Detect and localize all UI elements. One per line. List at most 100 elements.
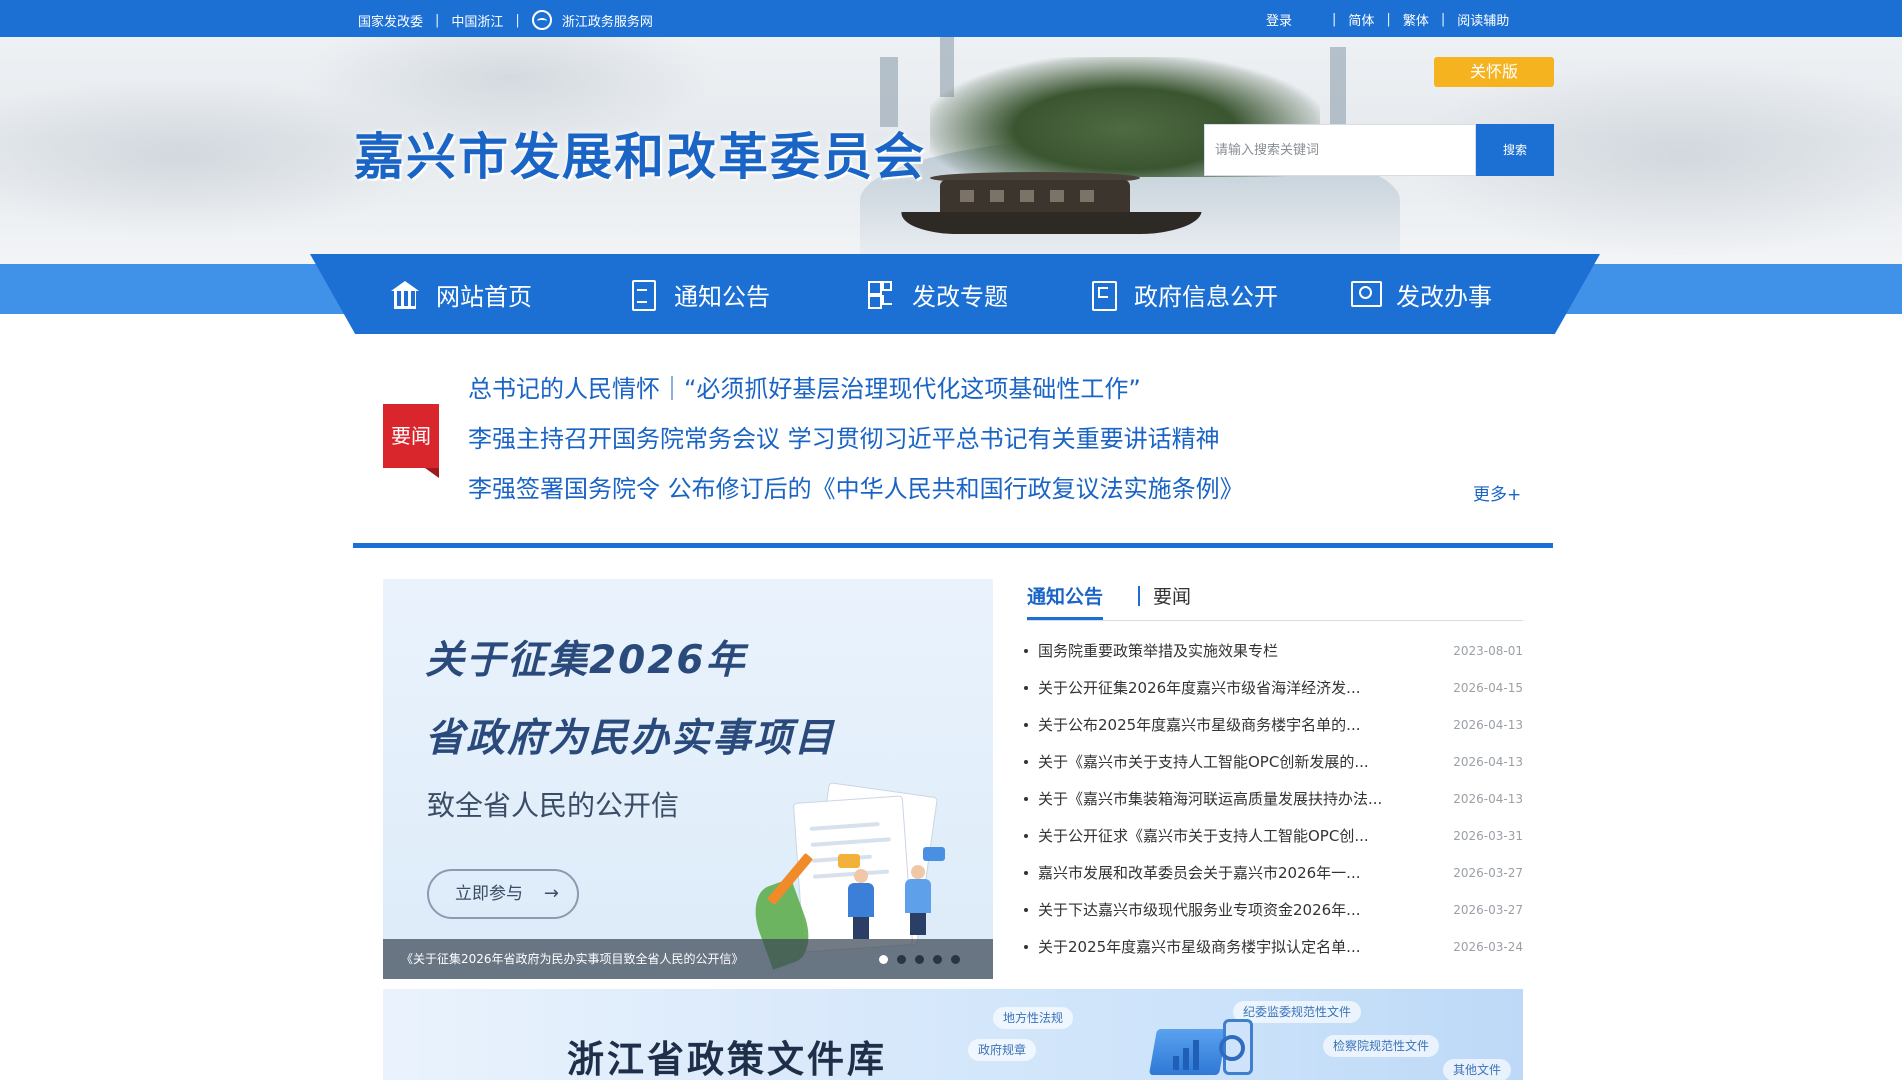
bullet [1024,722,1028,727]
notice-title[interactable]: 关于2025年度嘉兴市星级商务楼宇拟认定名单... [1038,936,1428,957]
banner-title-line2: 省政府为民办实事项目 [425,716,836,761]
nav-item-gov-info[interactable]: 政府信息公开 [1088,270,1278,318]
list-item[interactable]: 嘉兴市发展和改革委员会关于嘉兴市2026年一... 2026-03-27 [1020,854,1523,891]
nav-item-label: 通知公告 [674,282,770,311]
carousel-dot[interactable] [915,955,924,964]
list-item[interactable]: 国务院重要政策举措及实施效果专栏 2023-08-01 [1020,632,1523,669]
headline-link[interactable]: 李强主持召开国务院常务会议 学习贯彻习近平总书记有关重要讲话精神 [468,422,1244,472]
list-item[interactable]: 关于下达嘉兴市级现代服务业专项资金2026年... 2026-03-27 [1020,891,1523,928]
list-item[interactable]: 关于《嘉兴市关于支持人工智能OPC创新发展的... 2026-04-13 [1020,743,1523,780]
notice-date: 2026-04-13 [1453,754,1523,769]
link-zhejiang[interactable]: 中国浙江 [451,11,503,30]
bullet [1024,870,1028,875]
search-input[interactable] [1204,124,1476,176]
carousel-banner[interactable]: 关于征集2026年 省政府为民办实事项目 致全省人民的公开信 立即参与 → 《关… [383,579,993,979]
notice-title[interactable]: 关于《嘉兴市关于支持人工智能OPC创新发展的... [1038,751,1428,772]
service-screen-icon [1350,279,1382,309]
carousel-dot[interactable] [951,955,960,964]
home-icon [390,279,420,309]
search-button[interactable]: 搜索 [1476,124,1554,176]
link-zj-gov-service[interactable]: 浙江政务服务网 [562,11,653,30]
policy-library-title: 浙江省政策文件库 [567,1037,887,1080]
participate-button-label: 立即参与 [455,884,523,904]
notice-title[interactable]: 关于下达嘉兴市级现代服务业专项资金2026年... [1038,899,1428,920]
link-ndrc[interactable]: 国家发改委 [358,11,423,30]
tab-news[interactable]: 要闻 [1153,582,1191,609]
notice-tabs: 通知公告 要闻 [1027,578,1523,621]
headline-link[interactable]: 总书记的人民情怀｜“必须抓好基层治理现代化这项基础性工作” [468,372,1244,422]
nav-item-label: 发改专题 [912,282,1008,311]
separator: | [1440,12,1446,27]
separator: | [1332,12,1337,27]
separator: | [435,12,440,28]
bullet [1024,685,1028,690]
notice-title[interactable]: 国务院重要政策举措及实施效果专栏 [1038,640,1428,661]
care-mode-button[interactable]: 关怀版 [1434,57,1554,87]
carousel-dot[interactable] [879,955,888,964]
list-item[interactable]: 关于公开征集2026年度嘉兴市级省海洋经济发... 2026-04-15 [1020,669,1523,706]
person-illustration [905,865,931,935]
nav-item-label: 发改办事 [1396,282,1492,311]
notice-date: 2026-03-27 [1453,865,1523,880]
notice-date: 2023-08-01 [1453,643,1523,658]
policy-tag: 其他文件 [1443,1059,1512,1080]
bullet [1024,759,1028,764]
notice-date: 2026-04-15 [1453,680,1523,695]
person-illustration [848,869,874,939]
notice-date: 2026-03-31 [1453,828,1523,843]
notice-date: 2026-03-24 [1453,939,1523,954]
participate-button[interactable]: 立即参与 → [427,869,579,919]
document-icon [628,279,658,311]
nav-item-services[interactable]: 发改办事 [1350,270,1492,318]
carousel-dot[interactable] [897,955,906,964]
bullet [1024,833,1028,838]
nav-item-label: 政府信息公开 [1134,282,1278,311]
simplified-chinese-link[interactable]: 简体 [1348,10,1374,29]
magnifier-icon [1219,1035,1245,1061]
list-item[interactable]: 关于公开征求《嘉兴市关于支持人工智能OPC创... 2026-03-31 [1020,817,1523,854]
tab-separator [1138,586,1140,606]
headline-link[interactable]: 李强签署国务院令 公布修订后的《中华人民共和国行政复议法实施条例》 [468,472,1244,522]
top-bar: 国家发改委 | 中国浙江 | 浙江政务服务网 登录 | 简体 | 繁体 | 阅读… [0,0,1902,37]
site-title[interactable]: 嘉兴市发展和改革委员会 [354,117,926,189]
top-links-left: 国家发改委 | 中国浙江 | 浙江政务服务网 [358,10,653,30]
notice-title[interactable]: 关于公开征集2026年度嘉兴市级省海洋经济发... [1038,677,1428,698]
list-item[interactable]: 关于公布2025年度嘉兴市星级商务楼宇名单的... 2026-04-13 [1020,706,1523,743]
separator: | [515,12,520,28]
main-nav: 网站首页 通知公告 发改专题 政府信息公开 发改办事 [355,270,1555,318]
policy-library-banner[interactable]: 浙江省政策文件库 地方性法规 纪委监委规范性文件 政府规章 检察院规范性文件 其… [383,989,1523,1080]
traditional-chinese-link[interactable]: 繁体 [1403,10,1429,29]
notice-date: 2026-03-27 [1453,902,1523,917]
login-link[interactable]: 登录 [1266,10,1292,29]
info-disclosure-icon [1088,279,1118,311]
policy-tag: 政府规章 [968,1039,1037,1061]
notice-date: 2026-04-13 [1453,717,1523,732]
notice-title[interactable]: 关于公开征求《嘉兴市关于支持人工智能OPC创... [1038,825,1428,846]
banner-title-line1: 关于征集2026年 [425,638,747,683]
tab-notices[interactable]: 通知公告 [1027,582,1104,620]
more-news-link[interactable]: 更多+ [1473,480,1521,505]
policy-illustration [1123,1019,1273,1080]
nav-item-home[interactable]: 网站首页 [390,270,532,318]
arrow-right-icon: → [543,883,559,904]
notice-title[interactable]: 关于公布2025年度嘉兴市星级商务楼宇名单的... [1038,714,1428,735]
nav-item-topics[interactable]: 发改专题 [866,270,1008,318]
divider [353,543,1553,548]
news-badge: 要闻 [383,404,439,478]
grid-icon [866,279,896,309]
list-item[interactable]: 关于《嘉兴市集装箱海河联运高质量发展扶持办法... 2026-04-13 [1020,780,1523,817]
banner-subtitle: 致全省人民的公开信 [427,789,680,822]
chat-bubble-icon [838,854,860,868]
search-bar: 搜索 [1204,124,1554,176]
carousel-dots [879,955,969,964]
bullet [1024,796,1028,801]
zhejiang-service-logo-icon [531,10,552,30]
notice-title[interactable]: 关于《嘉兴市集装箱海河联运高质量发展扶持办法... [1038,788,1428,809]
notice-title[interactable]: 嘉兴市发展和改革委员会关于嘉兴市2026年一... [1038,862,1428,883]
bullet [1024,944,1028,949]
list-item[interactable]: 关于2025年度嘉兴市星级商务楼宇拟认定名单... 2026-03-24 [1020,928,1523,965]
carousel-dot[interactable] [933,955,942,964]
nav-item-notices[interactable]: 通知公告 [628,270,770,318]
headline-list: 总书记的人民情怀｜“必须抓好基层治理现代化这项基础性工作” 李强主持召开国务院常… [468,372,1244,522]
reading-assist-link[interactable]: 阅读辅助 [1457,10,1509,29]
